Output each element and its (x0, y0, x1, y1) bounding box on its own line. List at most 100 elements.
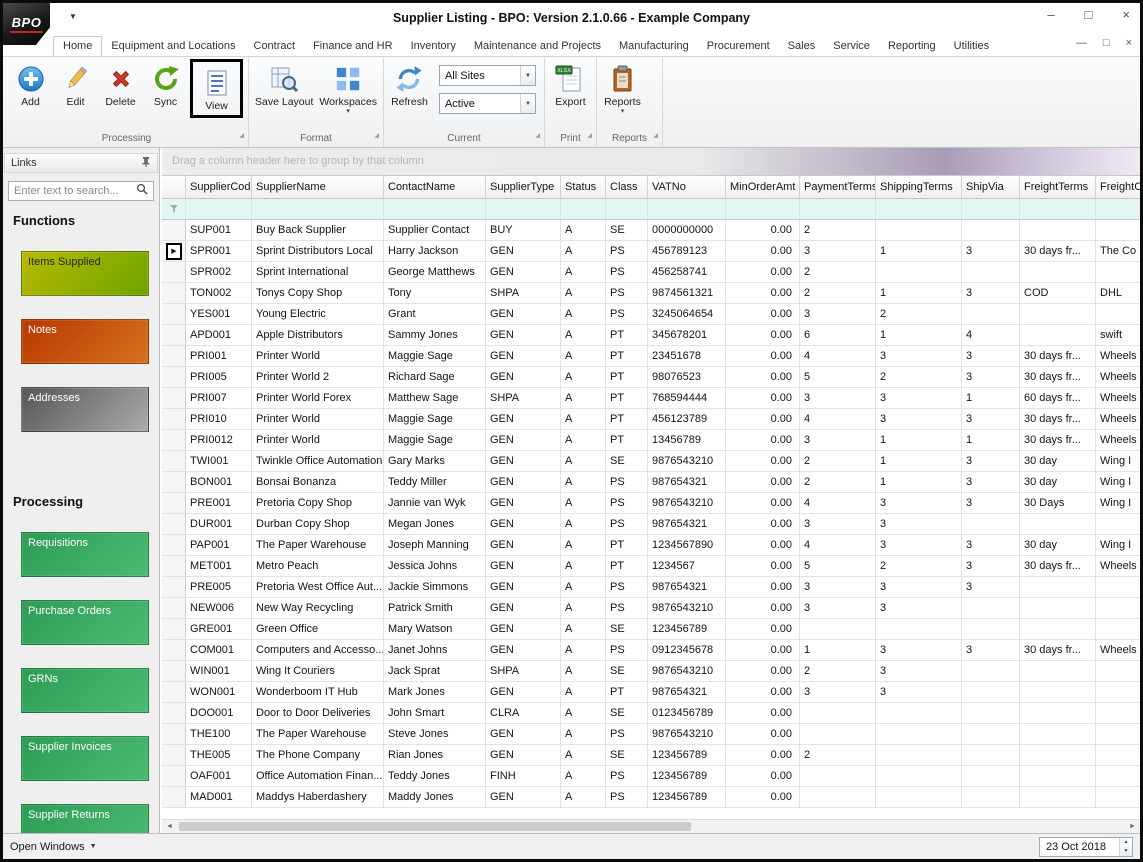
dialog-launcher-icon[interactable]: ◢ (374, 129, 379, 144)
table-row[interactable]: PRI005 Printer World 2 Richard Sage GEN A PT 9… (162, 367, 1140, 388)
sidebar-button-purchase-orders[interactable]: Purchase Orders (21, 600, 149, 645)
table-row[interactable]: BON001 Bonsai Bonanza Teddy Miller GEN A PS 98… (162, 472, 1140, 493)
sidebar-button-addresses[interactable]: Addresses (21, 387, 149, 432)
column-header-suppliername[interactable]: SupplierName (252, 175, 384, 199)
tab-reporting[interactable]: Reporting (879, 37, 945, 56)
tab-procurement[interactable]: Procurement (698, 37, 779, 56)
filter-cell-shippingterms[interactable] (876, 199, 962, 220)
mdi-restore-icon[interactable]: □ (1103, 37, 1110, 49)
save-layout-button[interactable]: Save Layout (252, 59, 316, 108)
filter-cell-paymentterms[interactable] (800, 199, 876, 220)
filter-cell-freightterms[interactable] (1020, 199, 1096, 220)
filter-cell-suppliercode[interactable] (186, 199, 252, 220)
mdi-minimize-icon[interactable]: — (1076, 37, 1087, 49)
column-header-shippingterms[interactable]: ShippingTerms (876, 175, 962, 199)
table-row[interactable]: OAF001 Office Automation Finan... Teddy Jo… (162, 766, 1140, 787)
table-row[interactable]: NEW006 New Way Recycling Patrick Smith GEN A… (162, 598, 1140, 619)
refresh-button[interactable]: Refresh (387, 59, 432, 108)
sidebar-button-items-supplied[interactable]: Items Supplied (21, 251, 149, 296)
column-header-suppliercode[interactable]: SupplierCode (186, 175, 252, 199)
workspaces-button[interactable]: Workspaces ▾ (316, 59, 380, 115)
sidebar-button-requisitions[interactable]: Requisitions (21, 532, 149, 577)
sidebar-button-supplier-returns[interactable]: Supplier Returns (21, 804, 149, 833)
site-filter-dropdown[interactable]: All Sites ▼ (438, 65, 536, 86)
table-row[interactable]: TWI001 Twinkle Office Automation Gary Mark… (162, 451, 1140, 472)
reports-button[interactable]: Reports ▾ (600, 59, 645, 115)
date-picker[interactable]: 23 Oct 2018 ▲ ▼ (1039, 836, 1133, 857)
scrollbar-thumb[interactable] (179, 822, 691, 831)
table-row[interactable]: PRI001 Printer World Maggie Sage GEN A PT 2345… (162, 346, 1140, 367)
group-by-bar[interactable]: Drag a column header here to group by th… (162, 148, 1140, 175)
column-header-class[interactable]: Class (606, 175, 648, 199)
sidebar-button-supplier-invoices[interactable]: Supplier Invoices (21, 736, 149, 781)
date-spinner[interactable]: ▲ ▼ (1119, 837, 1132, 856)
column-header-status[interactable]: Status (561, 175, 606, 199)
table-row[interactable]: THE005 The Phone Company Rian Jones GEN A SE 1… (162, 745, 1140, 766)
pin-icon[interactable] (141, 156, 151, 170)
edit-button[interactable]: Edit (53, 59, 98, 108)
table-row[interactable]: TON002 Tonys Copy Shop Tony SHPA A PS 98745613… (162, 283, 1140, 304)
column-header-vatno[interactable]: VATNo (648, 175, 726, 199)
filter-cell-suppliername[interactable] (252, 199, 384, 220)
table-row[interactable]: PRI0012 Printer World Maggie Sage GEN A PT 134… (162, 430, 1140, 451)
tab-manufacturing[interactable]: Manufacturing (610, 37, 698, 56)
status-filter-dropdown[interactable]: Active ▼ (438, 93, 536, 114)
table-row[interactable]: PRE005 Pretoria West Office Aut... Jackie … (162, 577, 1140, 598)
column-header-paymentterms[interactable]: PaymentTerms (800, 175, 876, 199)
column-header-freightcarrier[interactable]: FreightCarrier (1096, 175, 1140, 199)
export-button[interactable]: XLSX Export (548, 59, 593, 108)
table-row[interactable]: SUP001 Buy Back Supplier Supplier Contact B… (162, 220, 1140, 241)
column-header-suppliertype[interactable]: SupplierType (486, 175, 561, 199)
filter-cell-freightcarrier[interactable] (1096, 199, 1140, 220)
table-row[interactable]: WIN001 Wing It Couriers Jack Sprat SHPA A SE 9… (162, 661, 1140, 682)
column-header-minorderamt[interactable]: MinOrderAmt (726, 175, 800, 199)
dialog-launcher-icon[interactable]: ◢ (239, 129, 244, 144)
tab-sales[interactable]: Sales (779, 37, 825, 56)
delete-button[interactable]: Delete (98, 59, 143, 108)
maximize-button[interactable]: □ (1085, 7, 1093, 22)
filter-cell-status[interactable] (561, 199, 606, 220)
add-button[interactable]: Add (8, 59, 53, 108)
close-button[interactable]: × (1122, 7, 1130, 22)
dialog-launcher-icon[interactable]: ◢ (587, 129, 592, 144)
tab-inventory[interactable]: Inventory (402, 37, 465, 56)
sync-button[interactable]: Sync (143, 59, 188, 108)
table-row[interactable]: COM001 Computers and Accesso... Janet John… (162, 640, 1140, 661)
dialog-launcher-icon[interactable]: ◢ (535, 129, 540, 144)
table-row[interactable]: APD001 Apple Distributors Sammy Jones GEN A P… (162, 325, 1140, 346)
mdi-close-icon[interactable]: × (1126, 37, 1132, 49)
filter-cell-minorderamt[interactable] (726, 199, 800, 220)
tab-contract[interactable]: Contract (245, 37, 305, 56)
dialog-launcher-icon[interactable]: ◢ (653, 129, 658, 144)
sidebar-button-notes[interactable]: Notes (21, 319, 149, 364)
spinner-down-icon[interactable]: ▼ (1120, 847, 1132, 856)
open-windows-button[interactable]: Open Windows ▼ (10, 841, 97, 853)
table-row[interactable]: GRE001 Green Office Mary Watson GEN A SE 12345… (162, 619, 1140, 640)
table-row[interactable]: ▶ SPR001 Sprint Distributors Local Harry Ja… (162, 241, 1140, 262)
table-row[interactable]: DUR001 Durban Copy Shop Megan Jones GEN A PS 9… (162, 514, 1140, 535)
table-row[interactable]: THE100 The Paper Warehouse Steve Jones GEN A… (162, 724, 1140, 745)
filter-cell-contactname[interactable] (384, 199, 486, 220)
table-row[interactable]: PRI010 Printer World Maggie Sage GEN A PT 4561… (162, 409, 1140, 430)
filter-cell-suppliertype[interactable] (486, 199, 561, 220)
table-row[interactable]: YES001 Young Electric Grant GEN A PS 324506465… (162, 304, 1140, 325)
view-button[interactable]: View (194, 63, 239, 112)
table-row[interactable]: WON001 Wonderboom IT Hub Mark Jones GEN A PT 9… (162, 682, 1140, 703)
table-row[interactable]: PAP001 The Paper Warehouse Joseph Manning G… (162, 535, 1140, 556)
scroll-left-icon[interactable]: ◄ (162, 823, 177, 830)
column-header-shipvia[interactable]: ShipVia (962, 175, 1020, 199)
tab-utilities[interactable]: Utilities (945, 37, 998, 56)
scroll-right-icon[interactable]: ► (1125, 823, 1140, 830)
table-row[interactable]: MET001 Metro Peach Jessica Johns GEN A PT 1234… (162, 556, 1140, 577)
table-row[interactable]: MAD001 Maddys Haberdashery Maddy Jones GEN A… (162, 787, 1140, 808)
column-header-contactname[interactable]: ContactName (384, 175, 486, 199)
column-header-freightterms[interactable]: FreightTerms (1020, 175, 1096, 199)
minimize-button[interactable]: – (1047, 7, 1054, 22)
tab-service[interactable]: Service (824, 37, 879, 56)
tab-maintenance-and-projects[interactable]: Maintenance and Projects (465, 37, 610, 56)
tab-equipment-and-locations[interactable]: Equipment and Locations (102, 37, 244, 56)
tab-home[interactable]: Home (53, 36, 103, 56)
tab-finance-and-hr[interactable]: Finance and HR (304, 37, 402, 56)
sidebar-button-grns[interactable]: GRNs (21, 668, 149, 713)
table-row[interactable]: PRE001 Pretoria Copy Shop Jannie van Wyk GE… (162, 493, 1140, 514)
